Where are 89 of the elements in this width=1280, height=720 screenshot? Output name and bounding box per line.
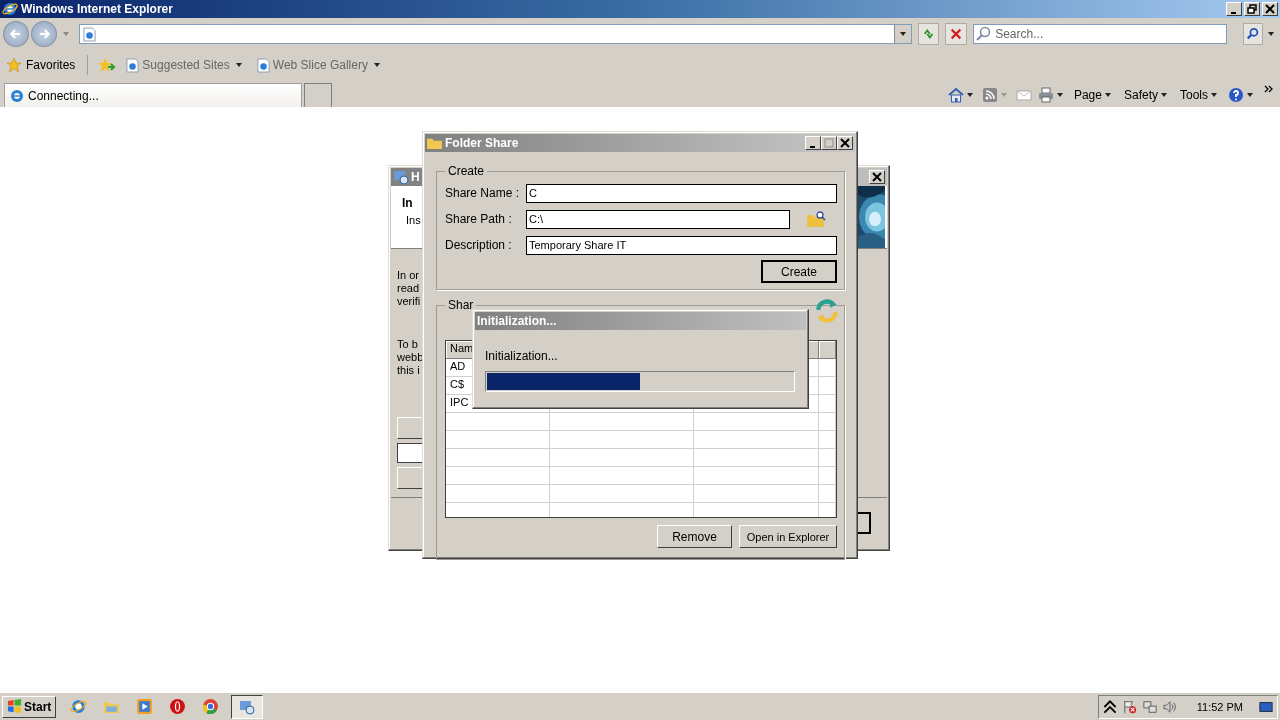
home-icon[interactable] [947, 87, 964, 103]
maximize-icon [824, 138, 834, 148]
minimize-icon [1230, 11, 1236, 14]
star-icon [6, 57, 22, 73]
chrome-icon[interactable] [202, 698, 220, 715]
help-icon[interactable] [1228, 87, 1244, 103]
subheading: Ins [405, 214, 421, 226]
command-menu[interactable]: Safety [1121, 88, 1172, 102]
body-text: this i [397, 364, 420, 377]
feed-icon[interactable] [981, 87, 998, 103]
field-label: Share Path : [445, 212, 513, 226]
window-title: Windows Internet Explorer [21, 2, 173, 16]
folder-search-icon[interactable] [806, 210, 826, 228]
browser-icon[interactable] [70, 698, 88, 715]
chevron-up-icon[interactable] [1102, 699, 1117, 714]
chevron-icon[interactable] [1264, 85, 1274, 93]
ring-icon[interactable] [169, 698, 187, 715]
search-button[interactable] [1243, 23, 1263, 45]
close-button[interactable] [1262, 2, 1278, 16]
body-text: read [397, 282, 420, 295]
field-label: Share Name : [445, 186, 521, 200]
caret-icon[interactable] [1268, 32, 1274, 36]
back-button[interactable] [3, 21, 29, 47]
windows-logo-icon [7, 699, 22, 714]
app-icon [239, 698, 256, 715]
clock[interactable]: 11:52 PM [1196, 700, 1243, 713]
heading: In [402, 196, 413, 210]
input-field[interactable]: C [526, 183, 837, 203]
group-title: Shar [447, 298, 475, 312]
create-button[interactable]: Create [761, 260, 837, 283]
search-icon [976, 26, 993, 42]
refresh-button[interactable] [917, 23, 940, 45]
window-title: Initialization... [477, 314, 557, 328]
caret-icon[interactable] [966, 93, 973, 97]
show-desktop-icon[interactable] [1259, 699, 1273, 714]
refresh-icon [921, 27, 936, 41]
minimize-button[interactable] [1226, 2, 1242, 16]
close-button[interactable] [869, 170, 885, 184]
restore-button[interactable] [1244, 2, 1260, 16]
start-button[interactable]: Start [2, 695, 57, 718]
media-player-icon[interactable] [136, 698, 154, 715]
input-field[interactable]: C:\ [526, 209, 790, 229]
minimize-icon [809, 145, 815, 148]
app-icon [393, 169, 409, 185]
forward-button[interactable] [30, 21, 57, 47]
search-field[interactable]: Search... [973, 24, 1228, 44]
window-title: Folder Share [445, 136, 519, 150]
group-title: Create [447, 164, 486, 178]
column-header[interactable] [819, 341, 836, 358]
taskbar-button[interactable] [231, 694, 264, 719]
caret-icon[interactable] [1056, 93, 1063, 97]
browser-logo-icon [2, 1, 18, 17]
command-menu[interactable]: Tools [1178, 88, 1222, 102]
restore-icon [1247, 4, 1257, 14]
push-button[interactable]: Remove [657, 525, 732, 548]
window-title: H [411, 170, 420, 184]
address-field[interactable] [78, 24, 912, 44]
page-icon [256, 57, 270, 73]
favorites-link[interactable]: Web Slice Gallery [254, 57, 385, 73]
speaker-icon[interactable] [1162, 699, 1177, 714]
search-icon [1246, 27, 1261, 41]
favorites-link[interactable]: Suggested Sites [124, 57, 247, 73]
network-icon[interactable] [1142, 699, 1157, 714]
maximize-button[interactable] [821, 136, 837, 150]
printer-icon[interactable] [1037, 87, 1054, 103]
dropdown-button[interactable] [893, 25, 911, 43]
body-text: To b [397, 338, 418, 351]
stop-icon [949, 27, 964, 41]
close-icon [1265, 4, 1275, 14]
new-tab-button[interactable] [304, 83, 332, 107]
page-icon [126, 57, 140, 73]
page-icon [82, 26, 96, 42]
input-field[interactable]: Temporary Share IT [526, 235, 837, 255]
close-button[interactable] [837, 136, 853, 150]
favorites-button[interactable]: Favorites [4, 57, 78, 73]
close-icon [872, 172, 882, 182]
browser-tab[interactable]: Connecting... [4, 83, 302, 107]
push-button[interactable]: Open in Explorer [739, 525, 837, 548]
caret-icon[interactable] [1247, 93, 1253, 97]
command-menu[interactable]: Page [1071, 88, 1116, 102]
flag-icon[interactable] [1122, 699, 1137, 714]
body-text: In or [397, 269, 419, 282]
field-label: Description : [445, 238, 513, 252]
browser-logo-icon [9, 87, 25, 104]
close-icon [840, 138, 850, 148]
stop-button[interactable] [945, 23, 968, 45]
body-text: verifi [397, 295, 421, 308]
folder-icon [427, 136, 442, 150]
minimize-button[interactable] [805, 136, 821, 150]
